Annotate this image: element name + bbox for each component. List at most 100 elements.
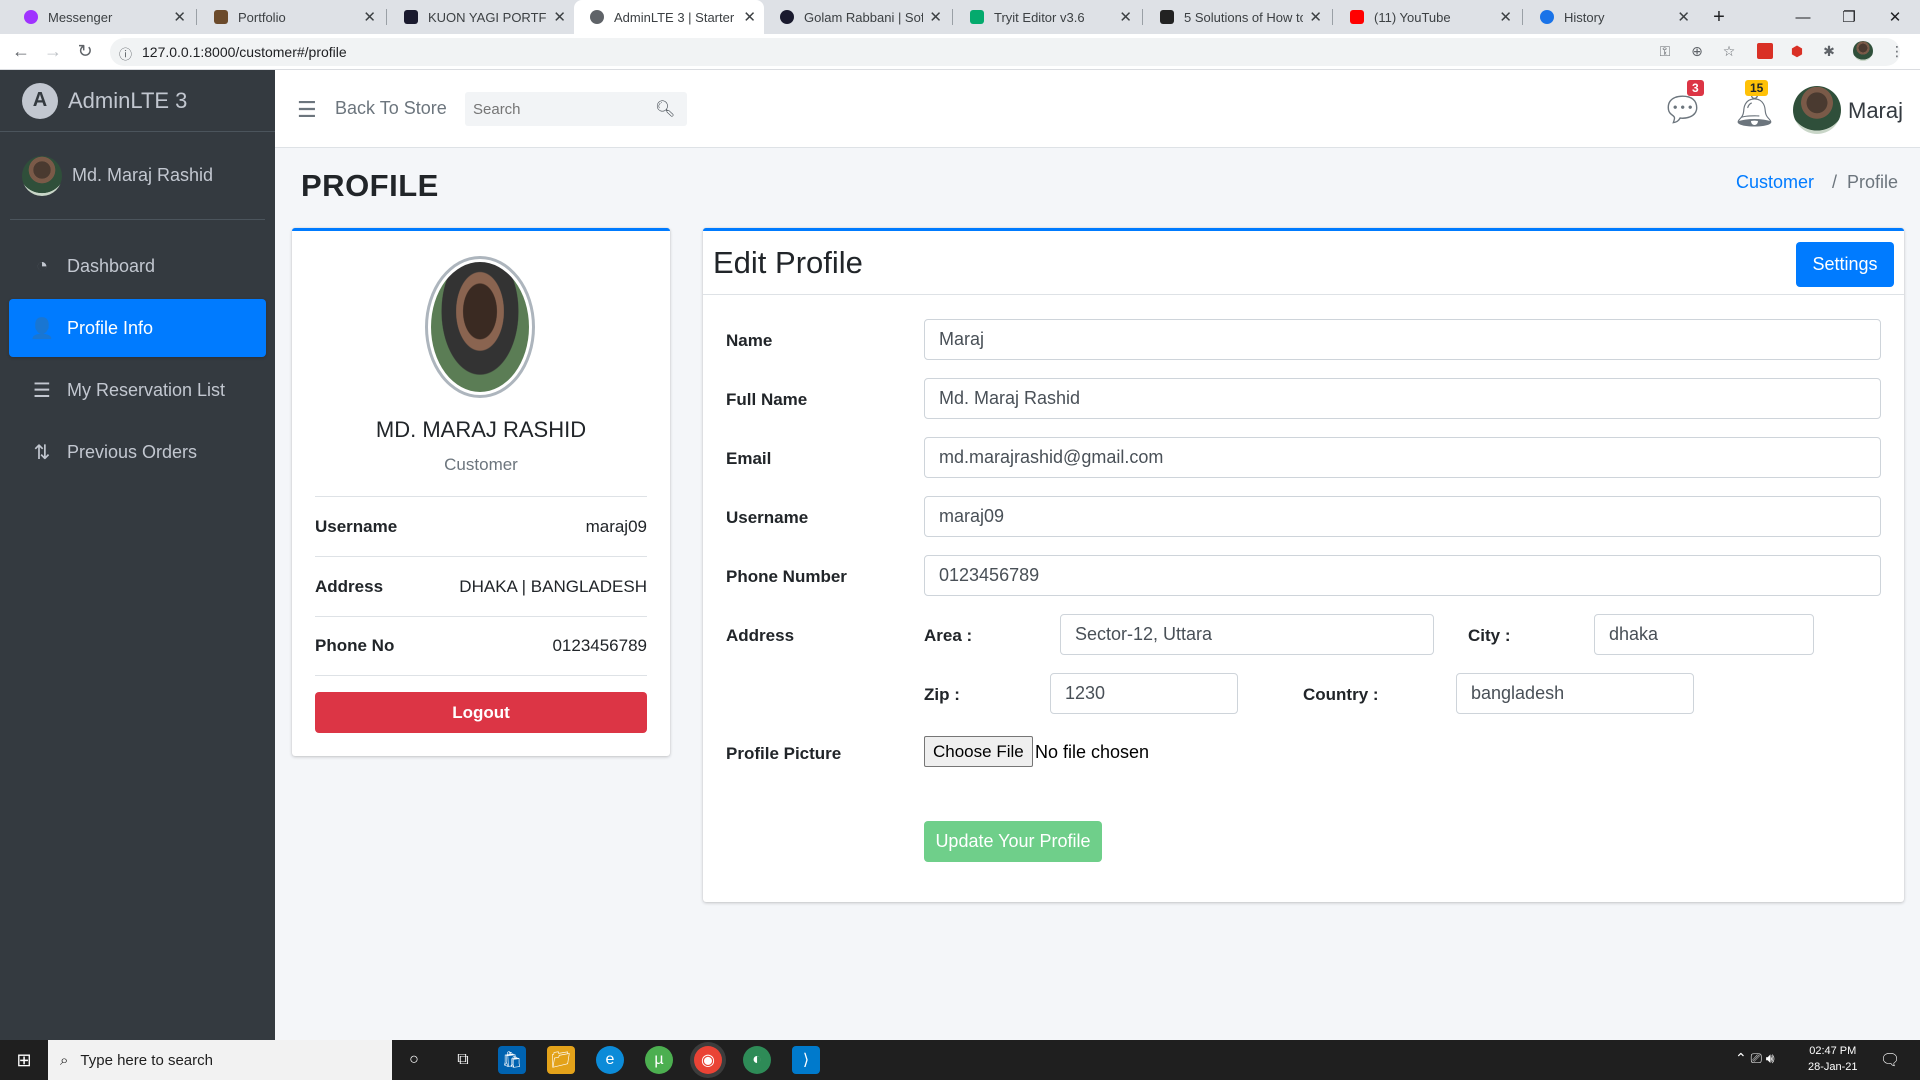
windows-start-icon[interactable]: ⊞ bbox=[0, 1040, 48, 1080]
file-explorer-icon[interactable]: 📁︎ bbox=[547, 1046, 575, 1074]
key-icon[interactable]: ⚿ bbox=[1657, 43, 1673, 59]
close-icon[interactable]: ✕ bbox=[1499, 8, 1512, 26]
tab-title: Messenger bbox=[48, 9, 113, 25]
profile-avatar bbox=[425, 256, 535, 398]
forward-arrow-icon[interactable]: → bbox=[42, 41, 64, 62]
messenger-icon bbox=[24, 10, 38, 24]
vscode-icon[interactable]: ⟩ bbox=[792, 1046, 820, 1074]
edit-profile-title: Edit Profile bbox=[713, 245, 863, 280]
phone-number-field[interactable] bbox=[924, 555, 1881, 596]
country-field[interactable] bbox=[1456, 673, 1694, 714]
tab-title: Golam Rabbani | Softw bbox=[804, 9, 924, 25]
cortana-icon[interactable]: ○ bbox=[400, 1046, 428, 1074]
bell-icon[interactable]: 🔔︎ bbox=[1733, 90, 1776, 130]
sidebar: A AdminLTE 3 Md. Maraj Rashid ◔ Dashboar… bbox=[0, 70, 275, 1040]
settings-button[interactable]: Settings bbox=[1796, 242, 1894, 287]
username-field[interactable] bbox=[924, 496, 1881, 537]
restore-icon[interactable]: ❐ bbox=[1826, 0, 1872, 34]
system-tray-icons[interactable]: ⌃ ⎚ 🔊︎ bbox=[1735, 1050, 1775, 1067]
close-icon[interactable]: ✕ bbox=[1119, 8, 1132, 26]
profile-picture-label: Profile Picture bbox=[726, 744, 842, 763]
close-icon[interactable]: ✕ bbox=[929, 8, 942, 26]
profile-row-username: Username maraj09 bbox=[315, 496, 647, 556]
messages-badge: 3 bbox=[1687, 80, 1704, 96]
utorrent-icon[interactable]: µ bbox=[645, 1046, 673, 1074]
tab-history[interactable]: History ✕ bbox=[1524, 0, 1698, 34]
tab-tryit-editor[interactable]: Tryit Editor v3.6 ✕ bbox=[954, 0, 1140, 34]
close-icon[interactable]: ✕ bbox=[173, 8, 186, 26]
back-arrow-icon[interactable]: ← bbox=[10, 41, 32, 62]
logout-button[interactable]: Logout bbox=[315, 692, 647, 733]
zip-field[interactable] bbox=[1050, 673, 1238, 714]
window-close-icon[interactable]: ✕ bbox=[1872, 0, 1918, 34]
sidebar-user-panel[interactable]: Md. Maraj Rashid bbox=[10, 132, 265, 220]
sidebar-item-label: My Reservation List bbox=[67, 379, 226, 400]
chrome-icon[interactable]: ◉ bbox=[694, 1046, 722, 1074]
star-icon[interactable]: ☆ bbox=[1721, 43, 1737, 59]
sidebar-item-dashboard[interactable]: ◔ Dashboard bbox=[9, 237, 266, 295]
tab-youtube[interactable]: (11) YouTube ✕ bbox=[1334, 0, 1520, 34]
edge-icon[interactable]: e bbox=[596, 1046, 624, 1074]
search-input[interactable] bbox=[465, 100, 655, 118]
browser-toolbar: ← → ↻ ⓘ 127.0.0.1:8000/customer#/profile… bbox=[0, 34, 1920, 70]
notification-center-icon[interactable]: 🗨︎ bbox=[1880, 1050, 1900, 1070]
sidebar-item-profile-info[interactable]: 👤 Profile Info bbox=[9, 299, 266, 357]
brand-link[interactable]: A AdminLTE 3 bbox=[0, 70, 275, 132]
breadcrumb-separator: / bbox=[1832, 172, 1838, 192]
sidebar-item-reservation-list[interactable]: ☰ My Reservation List bbox=[9, 361, 266, 419]
sidebar-item-label: Profile Info bbox=[67, 317, 154, 338]
tab-adminlte[interactable]: AdminLTE 3 | Starter ✕ bbox=[574, 0, 764, 34]
app-icon[interactable]: ◐ bbox=[743, 1046, 771, 1074]
close-icon[interactable]: ✕ bbox=[743, 8, 756, 26]
tab-golam-rabbani[interactable]: Golam Rabbani | Softw ✕ bbox=[764, 0, 950, 34]
close-icon[interactable]: ✕ bbox=[363, 8, 376, 26]
tab-portfolio[interactable]: Portfolio ✕ bbox=[198, 0, 384, 34]
row-label: Username bbox=[315, 516, 398, 536]
messages-icon[interactable]: 💬︎ bbox=[1661, 90, 1704, 130]
puzzle-icon[interactable]: ✱ bbox=[1821, 43, 1837, 59]
task-view-icon[interactable]: ⧉ bbox=[449, 1046, 477, 1074]
store-icon[interactable]: 🛍︎ bbox=[498, 1046, 526, 1074]
email-field[interactable] bbox=[924, 437, 1881, 478]
tab-messenger[interactable]: Messenger ✕ bbox=[8, 0, 194, 34]
sidebar-user-name: Md. Maraj Rashid bbox=[72, 165, 214, 185]
taskbar-search[interactable]: ⌕ Type here to search bbox=[48, 1040, 392, 1080]
navbar-search: 🔍︎ bbox=[465, 92, 687, 126]
tab-5-solutions[interactable]: 5 Solutions of How to F ✕ bbox=[1144, 0, 1330, 34]
zoom-icon[interactable]: ⊕ bbox=[1689, 43, 1705, 59]
taskbar-clock[interactable]: 02:47 PM 28-Jan-21 bbox=[1808, 1043, 1858, 1075]
search-icon[interactable]: 🔍︎ bbox=[655, 99, 675, 119]
tab-title: Portfolio bbox=[238, 9, 286, 25]
navbar-user-name[interactable]: Maraj bbox=[1848, 98, 1903, 124]
minimize-icon[interactable]: — bbox=[1780, 0, 1826, 34]
zip-label: Zip : bbox=[924, 685, 960, 704]
new-tab-button[interactable]: + bbox=[1696, 0, 1742, 34]
site-icon bbox=[780, 10, 794, 24]
area-field[interactable] bbox=[1060, 614, 1434, 655]
breadcrumb: Customer / Profile bbox=[1736, 172, 1898, 193]
reload-icon[interactable]: ↻ bbox=[74, 41, 96, 62]
close-icon[interactable]: ✕ bbox=[1309, 8, 1322, 26]
full-name-field[interactable] bbox=[924, 378, 1881, 419]
address-bar[interactable]: ⓘ 127.0.0.1:8000/customer#/profile bbox=[110, 38, 1900, 66]
shield-extension-icon[interactable]: ⬢ bbox=[1789, 43, 1805, 59]
sidebar-item-previous-orders[interactable]: ⇅ Previous Orders bbox=[9, 423, 266, 481]
info-icon[interactable]: ⓘ bbox=[119, 44, 132, 63]
update-profile-button[interactable]: Update Your Profile bbox=[924, 821, 1102, 862]
extension-icon[interactable] bbox=[1757, 43, 1773, 59]
breadcrumb-customer-link[interactable]: Customer bbox=[1736, 172, 1814, 193]
back-to-store-link[interactable]: Back To Store bbox=[335, 98, 447, 119]
menu-dots-icon[interactable]: ⋮ bbox=[1889, 43, 1905, 59]
avatar[interactable] bbox=[1793, 86, 1841, 134]
name-field[interactable] bbox=[924, 319, 1881, 360]
city-field[interactable] bbox=[1594, 614, 1814, 655]
choose-file-button[interactable]: Choose File bbox=[924, 736, 1033, 767]
close-icon[interactable]: ✕ bbox=[1677, 8, 1690, 26]
profile-name: MD. MARAJ RASHID bbox=[375, 417, 587, 442]
address-label: Address bbox=[726, 626, 795, 645]
hamburger-menu-icon[interactable]: ☰ bbox=[297, 97, 317, 123]
tab-title: History bbox=[1564, 9, 1605, 25]
close-icon[interactable]: ✕ bbox=[553, 8, 566, 26]
tab-kuon-yagi[interactable]: KUON YAGI PORTFOLIO ✕ bbox=[388, 0, 574, 34]
profile-avatar-icon[interactable] bbox=[1853, 41, 1873, 61]
